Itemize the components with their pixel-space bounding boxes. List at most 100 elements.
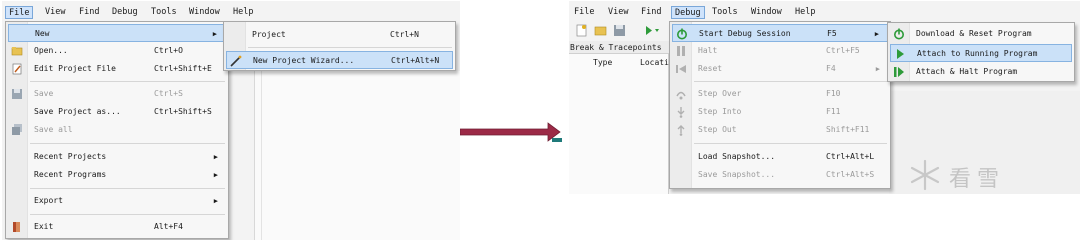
menu-item-step-out[interactable]: Step Out Shift+F11 xyxy=(672,121,888,139)
menu-item-save-project-as[interactable]: Save Project as... Ctrl+Shift+S xyxy=(8,103,226,121)
menu-item-open[interactable]: Open... Ctrl+O xyxy=(8,42,226,60)
menu-item-label: Project xyxy=(252,30,286,39)
menu-item-shortcut: Ctrl+F5 xyxy=(826,46,860,55)
left-screenshot: File View Find Debug Tools Window Help N… xyxy=(2,1,460,240)
menu-item-label: Recent Programs xyxy=(34,170,107,179)
menu-item-shortcut: Ctrl+Alt+L xyxy=(826,152,875,161)
save-icon[interactable] xyxy=(613,24,626,37)
menu-item-save-snapshot[interactable]: Save Snapshot... Ctrl+Alt+S xyxy=(672,166,888,184)
menu-file[interactable]: File xyxy=(571,6,597,19)
menu-item-label: Save xyxy=(34,89,54,98)
menu-item-attach-halt-program[interactable]: Attach & Halt Program xyxy=(890,63,1072,81)
menu-item-shortcut: Ctrl+Alt+S xyxy=(826,170,875,179)
menu-debug[interactable]: Debug xyxy=(109,6,141,19)
menu-item-reset[interactable]: Reset F4 ▶ xyxy=(672,60,888,78)
submenu-arrow-icon: ▶ xyxy=(213,197,218,205)
menu-item-shortcut: Ctrl+O xyxy=(154,46,183,55)
menu-find[interactable]: Find xyxy=(638,6,664,19)
menu-item-label: New xyxy=(35,29,50,38)
panel-title[interactable]: Break & Tracepoints xyxy=(569,41,669,54)
menu-item-load-snapshot[interactable]: Load Snapshot... Ctrl+Alt+L xyxy=(672,148,888,166)
reset-icon xyxy=(675,63,687,75)
menu-item-save-all[interactable]: Save all xyxy=(8,121,226,139)
menu-item-label: Load Snapshot... xyxy=(698,152,776,161)
start-debug-submenu: Download & Reset Program Attach to Runni… xyxy=(887,22,1075,82)
menu-window[interactable]: Window xyxy=(186,6,223,19)
step-out-icon xyxy=(675,124,687,136)
column-header-location[interactable]: Locati xyxy=(640,58,669,67)
menu-help[interactable]: Help xyxy=(792,6,818,19)
menu-item-label: New Project Wizard... xyxy=(253,56,355,65)
attach-halt-icon xyxy=(893,66,905,78)
submenu-arrow-icon: ▶ xyxy=(213,171,218,179)
breakpoints-panel: Break & Tracepoints Type Locati xyxy=(569,41,669,194)
menu-item-start-debug-session[interactable]: Start Debug Session F5 ▶ xyxy=(672,24,888,42)
power-icon xyxy=(893,28,905,40)
menu-item-label: Exit xyxy=(34,222,54,231)
menu-item-recent-projects[interactable]: Recent Projects ▶ xyxy=(8,148,226,166)
column-header-type[interactable]: Type xyxy=(593,58,612,67)
save-icon xyxy=(11,88,23,100)
menu-item-new[interactable]: New ▶ xyxy=(8,24,226,42)
menu-window[interactable]: Window xyxy=(748,6,785,19)
menu-item-save[interactable]: Save Ctrl+S xyxy=(8,85,226,103)
wizard-wand-icon xyxy=(230,55,242,67)
menu-item-new-project-wizard[interactable]: New Project Wizard... Ctrl+Alt+N xyxy=(226,51,453,69)
menu-item-recent-programs[interactable]: Recent Programs ▶ xyxy=(8,166,226,184)
menu-item-label: Save Project as... xyxy=(34,107,121,116)
menu-item-shortcut: Ctrl+Shift+S xyxy=(154,107,212,116)
folder-open-icon xyxy=(11,45,23,57)
submenu-arrow-icon: ▶ xyxy=(213,153,218,161)
menu-tools[interactable]: Tools xyxy=(709,6,741,19)
menu-item-attach-to-running-program[interactable]: Attach to Running Program xyxy=(890,44,1072,62)
menu-item-label: Export xyxy=(34,196,63,205)
menu-item-label: Reset xyxy=(698,64,723,73)
menu-item-edit-project-file[interactable]: Edit Project File Ctrl+Shift+E xyxy=(8,60,226,78)
menu-item-label: Attach to Running Program xyxy=(917,49,1038,58)
menu-help[interactable]: Help xyxy=(230,6,256,19)
exit-icon xyxy=(11,221,23,233)
menu-item-export[interactable]: Export ▶ xyxy=(8,192,226,210)
menu-item-label: Attach & Halt Program xyxy=(916,67,1018,76)
watermark-text: 看雪 xyxy=(949,167,1006,192)
menu-item-shortcut: Ctrl+Shift+E xyxy=(154,64,212,73)
menu-item-shortcut: Ctrl+N xyxy=(390,30,419,39)
menu-item-shortcut: Shift+F11 xyxy=(826,125,870,134)
debug-menu: Start Debug Session F5 ▶ Halt Ctrl+F5 Re… xyxy=(669,21,891,189)
menu-item-shortcut: Ctrl+S xyxy=(154,89,183,98)
menu-item-project[interactable]: Project Ctrl+N xyxy=(226,26,453,44)
menu-item-label: Step Over xyxy=(698,89,742,98)
menu-file[interactable]: File xyxy=(5,6,34,19)
file-menu: New ▶ Open... Ctrl+O Edit Project File C… xyxy=(5,21,229,239)
right-screenshot: File View Find Debug Tools Window Help B… xyxy=(569,1,1080,194)
step-into-icon xyxy=(675,106,687,118)
menu-tools[interactable]: Tools xyxy=(148,6,180,19)
menu-item-shortcut: Ctrl+Alt+N xyxy=(391,56,440,65)
snowflake-logo-icon xyxy=(910,159,940,191)
menu-find[interactable]: Find xyxy=(76,6,102,19)
menu-item-download-reset-program[interactable]: Download & Reset Program xyxy=(890,25,1072,43)
menu-view[interactable]: View xyxy=(42,6,68,19)
submenu-arrow-icon: ▶ xyxy=(874,30,879,38)
menu-debug[interactable]: Debug xyxy=(671,6,705,19)
new-file-icon[interactable] xyxy=(575,24,588,37)
editor-background xyxy=(254,71,460,240)
menu-view[interactable]: View xyxy=(605,6,631,19)
menu-item-exit[interactable]: Exit Alt+F4 xyxy=(8,218,226,236)
step-over-icon xyxy=(675,88,687,100)
menu-item-label: Halt xyxy=(698,46,718,55)
menu-item-label: Open... xyxy=(34,46,68,55)
menu-item-step-over[interactable]: Step Over F10 xyxy=(672,85,888,103)
save-all-icon xyxy=(11,124,23,136)
open-file-icon[interactable] xyxy=(594,24,607,37)
menu-item-label: Edit Project File xyxy=(34,64,116,73)
debug-run-icon[interactable] xyxy=(645,24,659,37)
menu-item-shortcut: F10 xyxy=(826,89,841,98)
menu-bar: File View Find Debug Tools Window Help xyxy=(569,1,1080,23)
submenu-arrow-icon: ▶ xyxy=(212,30,217,38)
menu-item-halt[interactable]: Halt Ctrl+F5 xyxy=(672,42,888,60)
play-icon xyxy=(894,48,906,60)
new-submenu: Project Ctrl+N New Project Wizard... Ctr… xyxy=(223,21,456,71)
menu-item-step-into[interactable]: Step Into F11 xyxy=(672,103,888,121)
menu-item-shortcut: Alt+F4 xyxy=(154,222,183,231)
